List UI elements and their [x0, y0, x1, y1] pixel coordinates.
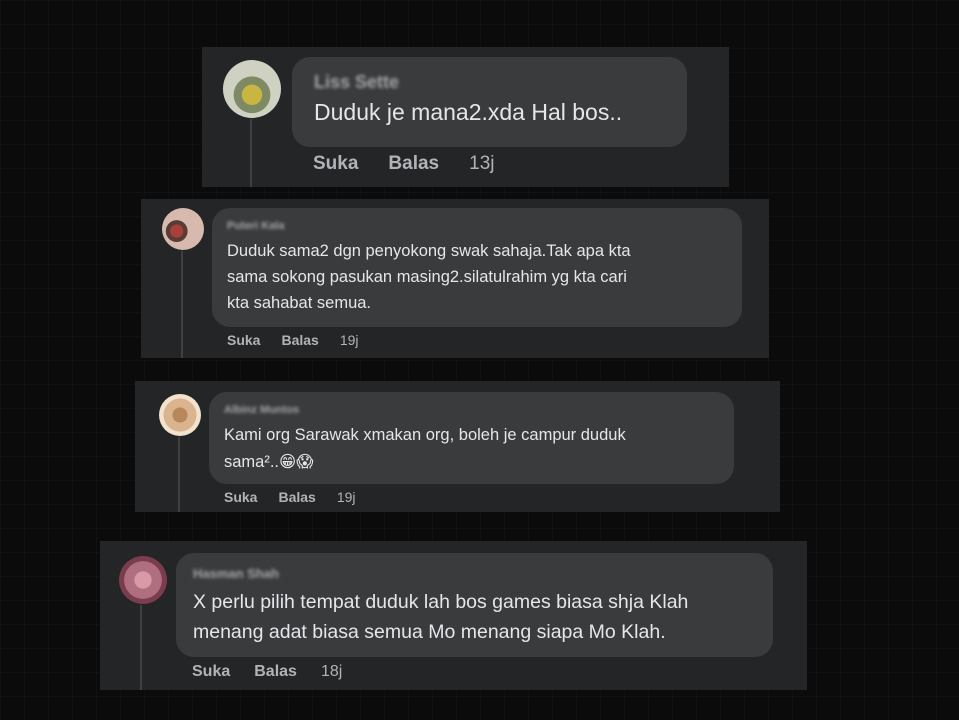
comment-card-4: Hasman Shah X perlu pilih tempat duduk l… [100, 541, 807, 690]
comment-timestamp[interactable]: 19j [337, 489, 356, 505]
comment-bubble: Puteri Kala Duduk sama2 dgn penyokong sw… [212, 208, 742, 327]
comment-author[interactable]: Puteri Kala [227, 220, 727, 232]
avatar[interactable] [119, 556, 167, 604]
comment-text-line-1: Duduk sama2 dgn penyokong swak sahaja.Ta… [227, 242, 631, 260]
comment-text-line-2: menang adat biasa semua Mo menang siapa … [193, 621, 666, 643]
comment-author[interactable]: Albinz Muntos [224, 404, 719, 416]
comment-text-line-1: Kami org Sarawak xmakan org, boleh je ca… [224, 426, 626, 444]
thread-line [250, 119, 252, 187]
comment-text: Duduk je mana2.xda Hal bos.. [314, 99, 623, 125]
reply-button[interactable]: Balas [281, 332, 318, 348]
comment-text-line-2-text: sama²..😁😱 [224, 453, 314, 471]
comment-actions: Suka Balas 13j [313, 153, 494, 175]
comment-bubble: Hasman Shah X perlu pilih tempat duduk l… [176, 553, 773, 657]
comment-text-line-3: kta sahabat semua. [227, 294, 372, 312]
thread-line [178, 437, 180, 512]
comment-author[interactable]: Hasman Shah [193, 566, 756, 581]
comment-timestamp[interactable]: 13j [469, 153, 494, 175]
avatar[interactable] [223, 60, 281, 118]
thread-line [140, 605, 142, 690]
comment-card-2: Puteri Kala Duduk sama2 dgn penyokong sw… [141, 199, 769, 358]
comment-text-line-1: X perlu pilih tempat duduk lah bos games… [193, 591, 689, 613]
comment-card-1: Liss Sette Duduk je mana2.xda Hal bos.. … [202, 47, 729, 187]
reply-button[interactable]: Balas [278, 489, 315, 505]
reply-button[interactable]: Balas [254, 663, 297, 681]
comment-actions: Suka Balas 18j [192, 663, 342, 681]
avatar[interactable] [162, 208, 204, 250]
comment-bubble: Albinz Muntos Kami org Sarawak xmakan or… [209, 392, 734, 484]
comment-author[interactable]: Liss Sette [314, 72, 665, 93]
comment-actions: Suka Balas 19j [227, 332, 359, 348]
like-button[interactable]: Suka [313, 153, 358, 175]
thread-line [181, 251, 183, 358]
comment-card-3: Albinz Muntos Kami org Sarawak xmakan or… [135, 381, 780, 512]
comment-bubble: Liss Sette Duduk je mana2.xda Hal bos.. [292, 57, 687, 147]
like-button[interactable]: Suka [227, 332, 260, 348]
comment-timestamp[interactable]: 19j [340, 332, 359, 348]
reply-button[interactable]: Balas [388, 153, 439, 175]
comment-text-line-2: sama²..😁😱 [224, 449, 719, 476]
comment-timestamp[interactable]: 18j [321, 663, 342, 681]
comment-actions: Suka Balas 19j [224, 489, 356, 505]
like-button[interactable]: Suka [192, 663, 230, 681]
comment-text-line-2: sama sokong pasukan masing2.silatulrahim… [227, 268, 627, 286]
avatar[interactable] [159, 394, 201, 436]
like-button[interactable]: Suka [224, 489, 257, 505]
